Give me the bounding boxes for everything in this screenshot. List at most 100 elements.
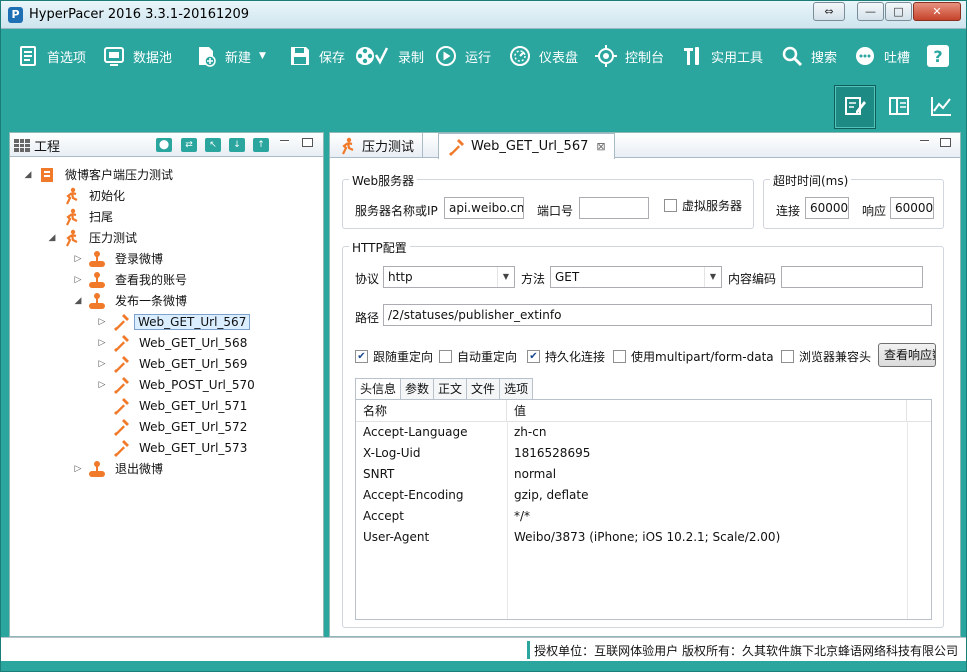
option-checkbox[interactable]: ✔ 持久化连接 xyxy=(527,348,605,365)
edit-view-button[interactable] xyxy=(834,85,876,129)
restore-size-button[interactable]: ⇔ xyxy=(813,2,845,21)
toolbar-feedback-button[interactable]: 吐槽 xyxy=(854,44,910,68)
expand-toggle-icon[interactable]: ▷ xyxy=(96,338,108,348)
minimize-button[interactable]: — xyxy=(857,2,884,21)
toolbar-preferences-button[interactable]: 首选项 xyxy=(17,44,86,68)
tree-item[interactable]: Web_GET_Url_572 xyxy=(96,416,252,437)
toolbar-record-button[interactable]: 录制 xyxy=(354,44,424,68)
toolbar-save-button[interactable]: 保存 xyxy=(289,44,345,68)
table-row[interactable]: User-Agent Weibo/3873 (iPhone; iOS 10.2.1… xyxy=(356,527,931,548)
tab-project[interactable]: 工程 xyxy=(14,136,60,155)
toolbar-run-button[interactable]: 运行 xyxy=(435,44,491,68)
host-input[interactable]: api.weibo.cn xyxy=(444,197,524,219)
expand-toggle-icon[interactable]: ▷ xyxy=(72,254,84,264)
header-value-cell[interactable]: zh-cn xyxy=(507,422,907,443)
toolbar-console-button[interactable]: 控制台 xyxy=(595,44,664,68)
toggle-icon[interactable]: ⬤ xyxy=(156,138,172,152)
tab-stress-test[interactable]: 压力测试 xyxy=(330,133,424,158)
toolbar-help-button[interactable]: ? xyxy=(927,44,957,68)
option-checkbox[interactable]: 自动重定向 xyxy=(439,348,517,365)
option-checkbox[interactable]: 使用multipart/form-data xyxy=(613,348,774,365)
tab-files[interactable]: 文件 xyxy=(466,378,501,399)
option-checkbox[interactable]: ✔ 跟随重定向 xyxy=(355,348,433,365)
panel-minimize-icon[interactable] xyxy=(280,140,289,143)
table-row[interactable]: SNRT normal xyxy=(356,464,931,485)
table-row[interactable]: Accept */* xyxy=(356,506,931,527)
toolbar-search-button[interactable]: 搜索 xyxy=(781,44,837,68)
content-encoding-input[interactable] xyxy=(781,266,923,288)
close-button[interactable]: ✕ xyxy=(913,2,961,21)
header-name-cell[interactable]: User-Agent xyxy=(356,527,507,548)
toolbar-tools-button[interactable]: 实用工具 xyxy=(681,44,763,68)
header-name-cell[interactable]: Accept-Encoding xyxy=(356,485,507,506)
header-value-cell[interactable]: Weibo/3873 (iPhone; iOS 10.2.1; Scale/2.… xyxy=(507,527,907,548)
header-name-cell[interactable]: Accept-Language xyxy=(356,422,507,443)
sync-icon[interactable]: ⇄ xyxy=(181,138,197,152)
expand-toggle-icon[interactable]: ◢ xyxy=(72,296,84,306)
tree-item[interactable]: Web_GET_Url_571 xyxy=(96,395,252,416)
virtual-server-checkbox[interactable]: 虚拟服务器 xyxy=(664,197,742,214)
table-row[interactable]: X-Log-Uid 1816528695 xyxy=(356,443,931,464)
option-checkbox[interactable]: 浏览器兼容头 xyxy=(781,348,871,365)
tree-item[interactable]: ▷ 登录微博 xyxy=(72,248,168,269)
tree-item-label: 退出微博 xyxy=(115,462,164,476)
column-header-name[interactable]: 名称 xyxy=(356,400,507,422)
response-timeout-input[interactable]: 60000 xyxy=(890,197,934,219)
tree-item[interactable]: ◢ 压力测试 xyxy=(46,227,142,248)
tree-item[interactable]: 扫尾 xyxy=(46,206,118,227)
tree-item[interactable]: Web_GET_Url_573 xyxy=(96,437,252,458)
expand-toggle-icon[interactable]: ◢ xyxy=(46,233,58,243)
tree-item[interactable]: ▷ Web_GET_Url_568 xyxy=(96,332,252,353)
editor-minimize-icon[interactable] xyxy=(920,140,929,143)
move-down-icon[interactable]: ↓ xyxy=(229,138,245,152)
expand-toggle-icon[interactable]: ▷ xyxy=(96,317,108,327)
tree-item[interactable]: ▷ Web_GET_Url_567 xyxy=(96,311,251,332)
header-value-cell[interactable]: */* xyxy=(507,506,907,527)
tab-params[interactable]: 参数 xyxy=(400,378,435,399)
chart-view-button[interactable] xyxy=(920,85,962,129)
panel-view-button[interactable] xyxy=(878,85,920,129)
header-name-cell[interactable]: X-Log-Uid xyxy=(356,443,507,464)
expand-toggle-icon[interactable]: ▷ xyxy=(96,380,108,390)
tab-options[interactable]: 选项 xyxy=(499,378,534,399)
view-response-button[interactable]: 查看响应数 xyxy=(878,343,936,367)
toolbar-label: 保存 xyxy=(319,50,346,66)
tree-item[interactable]: ▷ Web_POST_Url_570 xyxy=(96,374,260,395)
table-row[interactable]: Accept-Language zh-cn xyxy=(356,422,931,443)
tab-web-get-url-567[interactable]: Web_GET_Url_567 ⊠ xyxy=(438,133,615,159)
expand-toggle-icon[interactable]: ◢ xyxy=(22,170,34,180)
method-select[interactable]: GET ▼ xyxy=(550,266,722,288)
header-name-cell[interactable]: Accept xyxy=(356,506,507,527)
header-value-cell[interactable]: 1816528695 xyxy=(507,443,907,464)
maximize-button[interactable]: □ xyxy=(885,2,912,21)
header-name-cell[interactable]: SNRT xyxy=(356,464,507,485)
tree-item[interactable]: 初始化 xyxy=(46,185,130,206)
toolbar-dashboard-button[interactable]: 仪表盘 xyxy=(509,44,578,68)
tree-item[interactable]: ▷ 查看我的账号 xyxy=(72,269,192,290)
column-header-value[interactable]: 值 xyxy=(507,400,907,422)
panel-maximize-icon[interactable] xyxy=(302,138,313,147)
toolbar-new-button[interactable]: 新建 ▼ xyxy=(195,44,266,68)
editor-maximize-icon[interactable] xyxy=(940,138,951,147)
dropdown-arrow-icon[interactable]: ▼ xyxy=(259,51,266,61)
protocol-select[interactable]: http ▼ xyxy=(383,266,515,288)
header-value-cell[interactable]: gzip, deflate xyxy=(507,485,907,506)
tree-item[interactable]: ▷ Web_GET_Url_569 xyxy=(96,353,252,374)
table-row[interactable]: Accept-Encoding gzip, deflate xyxy=(356,485,931,506)
connect-timeout-input[interactable]: 60000 xyxy=(805,197,849,219)
path-input[interactable]: /2/statuses/publisher_extinfo xyxy=(383,304,932,326)
expand-toggle-icon[interactable]: ▷ xyxy=(72,464,84,474)
move-up-icon[interactable]: ↑ xyxy=(253,138,269,152)
toolbar-datapool-button[interactable]: 数据池 xyxy=(103,44,172,68)
tab-headers[interactable]: 头信息 xyxy=(355,378,402,400)
collapse-icon[interactable]: ↖ xyxy=(205,138,221,152)
tree-item[interactable]: ◢ 微博客户端压力测试 xyxy=(22,164,178,185)
tree-item[interactable]: ◢ 发布一条微博 xyxy=(72,290,192,311)
header-value-cell[interactable]: normal xyxy=(507,464,907,485)
tree-item[interactable]: ▷ 退出微博 xyxy=(72,458,168,479)
expand-toggle-icon[interactable]: ▷ xyxy=(96,359,108,369)
port-input[interactable] xyxy=(579,197,649,219)
tab-body[interactable]: 正文 xyxy=(433,378,468,399)
tab-close-icon[interactable]: ⊠ xyxy=(596,140,605,153)
expand-toggle-icon[interactable]: ▷ xyxy=(72,275,84,285)
